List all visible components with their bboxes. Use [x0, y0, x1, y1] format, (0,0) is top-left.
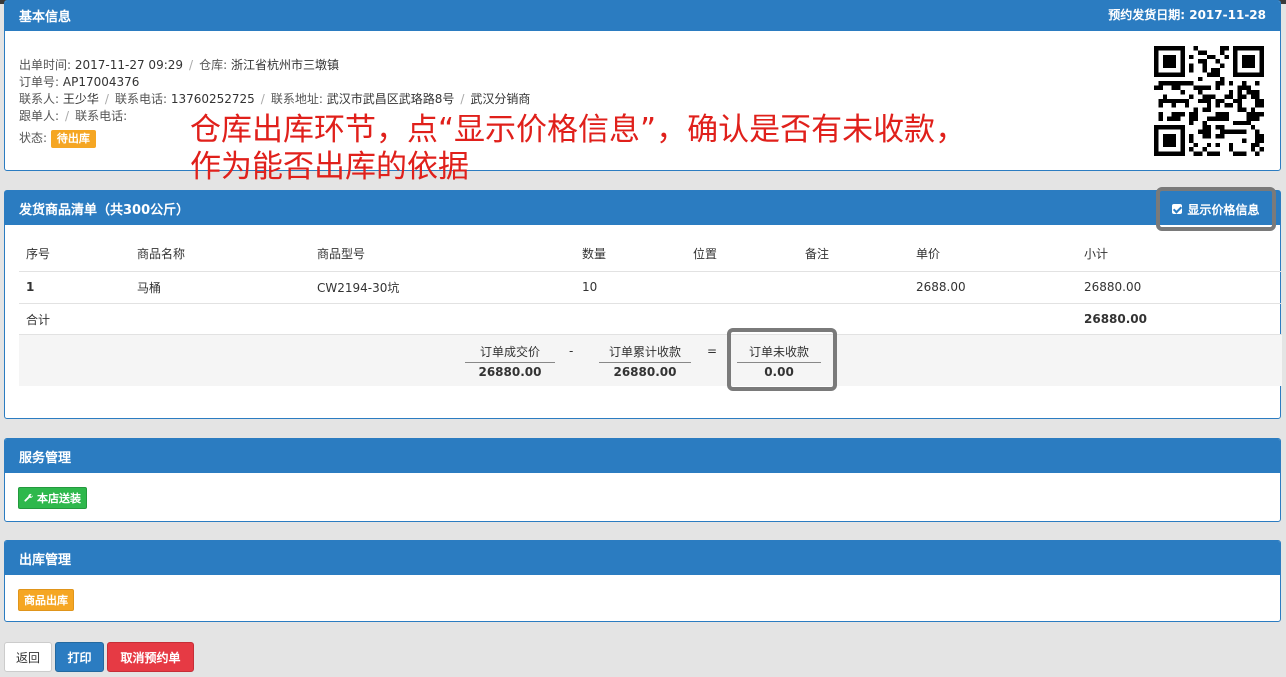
goods-header: 发货商品清单（共300公斤） 显示价格信息 [5, 187, 1280, 231]
issue-time-label: 出单时间: [19, 58, 72, 72]
cancel-reservation-button[interactable]: 取消预约单 [107, 642, 194, 672]
info-row-2: 订单号: AP17004376 [19, 74, 530, 91]
distributor-value: 武汉分销商 [470, 92, 531, 106]
goods-outbound-button[interactable]: 商品出库 [18, 589, 74, 611]
goods-table: 序号 商品名称 商品型号 数量 位置 备注 单价 小计 1 马桶 CW2194-… [19, 237, 1282, 335]
col-unit-price: 单价 [916, 247, 941, 262]
col-remark: 备注 [805, 247, 830, 262]
outbound-header: 出库管理 [5, 541, 1280, 575]
annotation-line-2: 作为能否出库的依据 [190, 149, 469, 185]
print-button[interactable]: 打印 [55, 642, 104, 672]
outbound-title: 出库管理 [19, 552, 72, 568]
contact-value: 王少华 [62, 92, 99, 106]
col-location: 位置 [693, 247, 718, 262]
equals-sign: = [707, 344, 718, 358]
basic-info-header: 基本信息 预约发货日期: 2017-11-28 [5, 1, 1280, 31]
col-index: 序号 [26, 247, 51, 262]
minus-sign: - [569, 344, 574, 358]
outbound-panel: 出库管理 商品出库 [4, 540, 1281, 622]
basic-info-title: 基本信息 [19, 10, 72, 25]
goods-title: 发货商品清单（共300公斤） [19, 202, 190, 218]
store-install-button[interactable]: 本店送装 [18, 487, 87, 509]
order-no-value: AP17004376 [62, 75, 140, 89]
goods-panel: 发货商品清单（共300公斤） 显示价格信息 序号 商品名称 商品型号 数量 位置… [4, 187, 1282, 419]
cell-unit-price: 2688.00 [909, 270, 1077, 303]
ship-date-label: 预约发货日期: [1108, 8, 1186, 22]
service-title: 服务管理 [19, 450, 72, 466]
phone-label: 联系电话: [114, 92, 167, 106]
table-row: 1 马桶 CW2194-30坑 10 2688.00 26880.00 [19, 270, 1282, 303]
deal-price: 订单成交价 26880.00 [465, 343, 555, 379]
total-label: 合计 [19, 302, 1077, 335]
col-subtotal: 小计 [1084, 247, 1109, 262]
status-label: 状态: [19, 131, 48, 145]
payment-summary: 订单成交价 26880.00 - 订单累计收款 26880.00 = 订单未收款… [19, 328, 1282, 391]
qr-code-icon [1154, 46, 1264, 156]
phone-value: 13760252725 [170, 92, 255, 106]
status-badge: 待出库 [50, 130, 96, 148]
info-row-3: 联系人: 王少华 / 联系电话: 13760252725/联系地址: 武汉市武昌区武… [19, 92, 531, 106]
annotation-text: 仓库出库环节，点“显示价格信息”，确认是否有未收款， 作为能否出库的依据 [190, 112, 966, 186]
cell-subtotal: 26880.00 [1077, 270, 1282, 303]
issue-time-value: 2017-11-27 09:29 [74, 58, 184, 72]
store-install-label[interactable]: 本店送装 [37, 490, 81, 506]
order-no-label: 订单号: [19, 75, 60, 89]
service-header: 服务管理 [5, 439, 1280, 473]
annotation-line-1: 仓库出库环节，点“显示价格信息”，确认是否有未收款， [190, 112, 967, 148]
address-label: 联系地址: [270, 92, 323, 106]
wrench-icon [24, 493, 34, 502]
show-price-label[interactable]: 显示价格信息 [1187, 201, 1259, 218]
back-button[interactable]: 返回 [4, 642, 52, 672]
contact-label: 联系人: [19, 92, 60, 106]
cell-qty: 10 [575, 270, 686, 303]
cell-location [686, 270, 798, 303]
total-value: 26880.00 [1077, 302, 1282, 335]
cell-model: CW2194-30坑 [310, 270, 575, 303]
warehouse-value: 浙江省杭州市三墩镇 [230, 58, 339, 72]
total-row: 合计 26880.00 [19, 302, 1282, 335]
received-value: 26880.00 [613, 365, 677, 379]
info-row-1: 出单时间: 2017-11-27 09:29/仓库: 浙江省杭州市三墩镇 [19, 58, 339, 72]
col-qty: 数量 [582, 247, 607, 262]
goods-table-header: 序号 商品名称 商品型号 数量 位置 备注 单价 小计 [19, 237, 1282, 271]
show-price-toggle[interactable]: 显示价格信息 [1156, 187, 1276, 231]
deal-price-value: 26880.00 [478, 365, 542, 379]
address-value: 武汉市武昌区武珞路8号 [326, 92, 455, 106]
unpaid-highlight-box [727, 328, 837, 391]
received-amount: 订单累计收款 26880.00 [599, 343, 691, 379]
received-label: 订单累计收款 [599, 343, 691, 363]
col-name: 商品名称 [137, 247, 186, 262]
follower-phone-label: 联系电话: [75, 109, 128, 123]
show-price-checkbox[interactable] [1172, 204, 1183, 214]
follower-label: 跟单人: [19, 109, 60, 123]
ship-date-value: 2017-11-28 [1189, 8, 1266, 22]
warehouse-label: 仓库: [199, 58, 228, 72]
ship-date: 预约发货日期: 2017-11-28 [1108, 6, 1266, 23]
col-model: 商品型号 [317, 247, 366, 262]
cell-remark [798, 270, 909, 303]
service-panel: 服务管理 本店送装 [4, 438, 1281, 522]
cell-name: 马桶 [130, 270, 310, 303]
deal-price-label: 订单成交价 [465, 343, 555, 363]
cell-index: 1 [19, 270, 130, 303]
